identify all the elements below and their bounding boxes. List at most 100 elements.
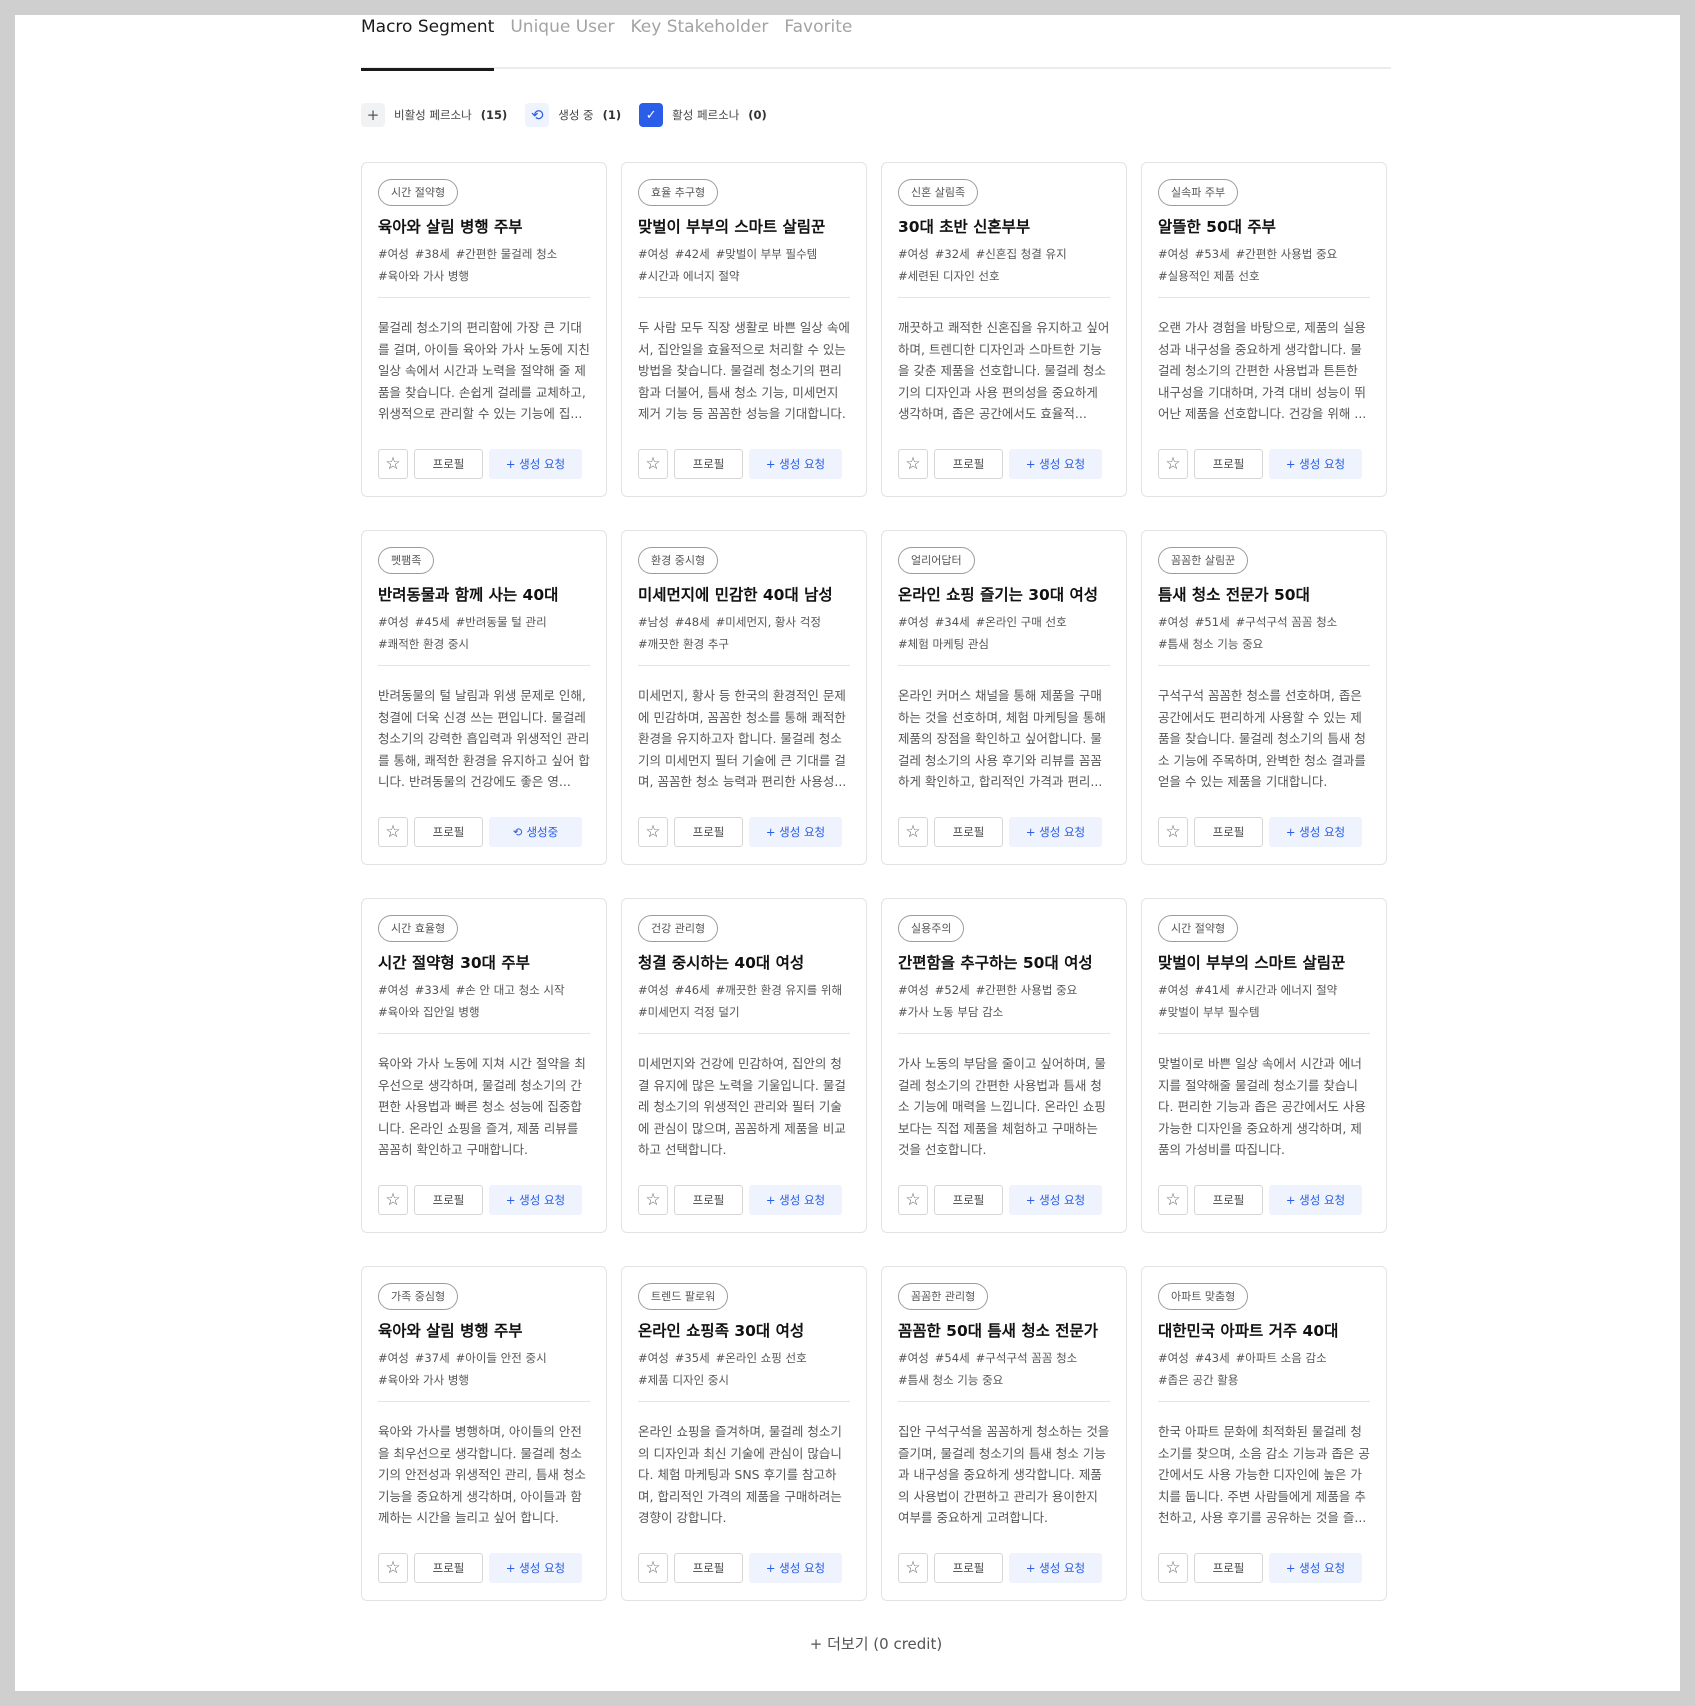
profile-button[interactable]: 프로필 — [414, 1553, 483, 1583]
card-divider — [638, 1401, 850, 1402]
persona-type-tag: 실속파 주부 — [1158, 179, 1239, 206]
hashtag: #42세 — [674, 247, 710, 261]
persona-card-6: 환경 중시형 미세먼지에 민감한 40대 남성 #남성 #48세 #미세먼지, 황사… — [621, 530, 867, 865]
generate-request-button[interactable]: + 생성 요청 — [749, 1185, 842, 1215]
persona-description: 물걸레 청소기의 편리함에 가장 큰 기대를 걸며, 아이들 육아와 가사 노동… — [378, 320, 590, 422]
profile-button[interactable]: 프로필 — [1194, 449, 1263, 479]
favorite-star-button[interactable]: ☆ — [638, 817, 668, 847]
generate-request-button[interactable]: + 생성 요청 — [1009, 449, 1102, 479]
profile-button[interactable]: 프로필 — [934, 1553, 1003, 1583]
hashtag: #34세 — [934, 615, 970, 629]
generating-status-button[interactable]: ⟲ 생성중 — [489, 817, 582, 847]
hashtag: #미세먼지 걱정 덜기 — [638, 1005, 740, 1019]
filter-active-persona[interactable]: ✓ 활성 페르소나 (0) — [639, 103, 767, 127]
card-actions: ☆ 프로필 + 생성 요청 — [1158, 817, 1362, 847]
card-divider — [378, 1401, 590, 1402]
favorite-star-button[interactable]: ☆ — [378, 817, 408, 847]
favorite-star-button[interactable]: ☆ — [898, 1553, 928, 1583]
filter-inactive-persona[interactable]: + 비활성 페르소나 (15) — [361, 103, 507, 127]
persona-hashtags: #여성 #33세 #손 안 대고 청소 시작 #육아와 집안일 병행 — [378, 979, 590, 1023]
hashtag: #깨끗한 환경 추구 — [638, 637, 730, 651]
tab-macro-segment[interactable]: Macro Segment — [361, 15, 495, 71]
card-divider — [638, 665, 850, 666]
profile-button[interactable]: 프로필 — [414, 449, 483, 479]
tab-favorite[interactable]: Favorite — [784, 15, 852, 69]
generate-request-button[interactable]: + 생성 요청 — [1009, 817, 1102, 847]
generate-request-button[interactable]: + 생성 요청 — [489, 1185, 582, 1215]
generate-request-button[interactable]: + 생성 요청 — [489, 449, 582, 479]
favorite-star-button[interactable]: ☆ — [1158, 1553, 1188, 1583]
profile-button[interactable]: 프로필 — [674, 1185, 743, 1215]
persona-type-tag: 꼼꼼한 관리형 — [898, 1283, 989, 1310]
tab-key-stakeholder[interactable]: Key Stakeholder — [630, 15, 768, 69]
persona-card-grid: 시간 절약형 육아와 살림 병행 주부 #여성 #38세 #간편한 물걸레 청소 #육… — [361, 162, 1387, 1601]
filter-inactive-label: 비활성 페르소나 — [394, 108, 472, 122]
main-content: Macro Segment Unique User Key Stakeholde… — [361, 15, 1391, 1653]
checkbox-checked-icon[interactable]: ✓ — [639, 103, 664, 127]
profile-button[interactable]: 프로필 — [674, 1553, 743, 1583]
card-divider — [1158, 1401, 1370, 1402]
profile-button[interactable]: 프로필 — [1194, 1553, 1263, 1583]
persona-card-8: 꼼꼼한 살림꾼 틈새 청소 전문가 50대 #여성 #51세 #구석구석 꼼꼼 청소… — [1141, 530, 1387, 865]
hashtag: #손 안 대고 청소 시작 — [455, 983, 565, 997]
hashtag: #가사 노동 부담 감소 — [898, 1005, 1004, 1019]
hashtag: #제품 디자인 중시 — [638, 1373, 730, 1387]
tab-unique-user[interactable]: Unique User — [510, 15, 614, 69]
persona-description: 미세먼지와 건강에 민감하여, 집안의 청결 유지에 많은 노력을 기울입니다.… — [638, 1056, 846, 1158]
hashtag: #여성 — [638, 247, 669, 261]
favorite-star-button[interactable]: ☆ — [378, 449, 408, 479]
generate-request-button[interactable]: + 생성 요청 — [749, 817, 842, 847]
persona-hashtags: #여성 #42세 #맞벌이 부부 필수템 #시간과 에너지 절약 — [638, 243, 850, 287]
favorite-star-button[interactable]: ☆ — [898, 817, 928, 847]
load-more-button[interactable]: + 더보기 (0 credit) — [361, 1633, 1391, 1654]
generate-request-button[interactable]: + 생성 요청 — [489, 1553, 582, 1583]
profile-button[interactable]: 프로필 — [674, 449, 743, 479]
generate-request-button[interactable]: + 생성 요청 — [749, 1553, 842, 1583]
persona-description: 온라인 쇼핑을 즐겨하며, 물걸레 청소기의 디자인과 최신 기술에 관심이 많… — [638, 1424, 842, 1526]
favorite-star-button[interactable]: ☆ — [1158, 449, 1188, 479]
persona-hashtags: #여성 #52세 #간편한 사용법 중요 #가사 노동 부담 감소 — [898, 979, 1110, 1023]
favorite-star-button[interactable]: ☆ — [378, 1185, 408, 1215]
generate-request-button[interactable]: + 생성 요청 — [1009, 1553, 1102, 1583]
generate-request-button[interactable]: + 생성 요청 — [1269, 817, 1362, 847]
favorite-star-button[interactable]: ☆ — [898, 1185, 928, 1215]
hashtag: #43세 — [1194, 1351, 1230, 1365]
persona-card-13: 가족 중심형 육아와 살림 병행 주부 #여성 #37세 #아이들 안전 중시 #육아… — [361, 1266, 607, 1601]
profile-button[interactable]: 프로필 — [1194, 817, 1263, 847]
profile-button[interactable]: 프로필 — [674, 817, 743, 847]
generate-request-button[interactable]: + 생성 요청 — [1269, 1185, 1362, 1215]
favorite-star-button[interactable]: ☆ — [1158, 1185, 1188, 1215]
hashtag: #35세 — [674, 1351, 710, 1365]
favorite-star-button[interactable]: ☆ — [1158, 817, 1188, 847]
favorite-star-button[interactable]: ☆ — [638, 449, 668, 479]
generate-button-label: + 생성 요청 — [765, 457, 826, 471]
generate-request-button[interactable]: + 생성 요청 — [1009, 1185, 1102, 1215]
hashtag: #구석구석 꼼꼼 청소 — [975, 1351, 1078, 1365]
card-actions: ☆ 프로필 + 생성 요청 — [378, 449, 582, 479]
generate-request-button[interactable]: + 생성 요청 — [749, 449, 842, 479]
favorite-star-button[interactable]: ☆ — [638, 1185, 668, 1215]
favorite-star-button[interactable]: ☆ — [638, 1553, 668, 1583]
star-outline-icon: ☆ — [905, 1558, 921, 1578]
profile-button[interactable]: 프로필 — [414, 817, 483, 847]
persona-description: 온라인 커머스 채널을 통해 제품을 구매하는 것을 선호하며, 체험 마케팅을… — [898, 688, 1106, 790]
profile-button[interactable]: 프로필 — [934, 449, 1003, 479]
filter-generating-count: (1) — [602, 108, 622, 122]
profile-button[interactable]: 프로필 — [934, 817, 1003, 847]
hashtag: #52세 — [934, 983, 970, 997]
star-outline-icon: ☆ — [1165, 1558, 1181, 1578]
favorite-star-button[interactable]: ☆ — [898, 449, 928, 479]
profile-button[interactable]: 프로필 — [1194, 1185, 1263, 1215]
card-divider — [1158, 1033, 1370, 1034]
filter-generating[interactable]: ⟲ 생성 중 (1) — [525, 103, 621, 127]
persona-description: 오랜 가사 경험을 바탕으로, 제품의 실용성과 내구성을 중요하게 생각합니다… — [1158, 320, 1367, 422]
favorite-star-button[interactable]: ☆ — [378, 1553, 408, 1583]
profile-button[interactable]: 프로필 — [414, 1185, 483, 1215]
generate-request-button[interactable]: + 생성 요청 — [1269, 449, 1362, 479]
generate-request-button[interactable]: + 생성 요청 — [1269, 1553, 1362, 1583]
generate-button-label: + 생성 요청 — [1025, 1193, 1086, 1207]
star-outline-icon: ☆ — [645, 454, 661, 474]
profile-button[interactable]: 프로필 — [934, 1185, 1003, 1215]
card-divider — [378, 665, 590, 666]
generate-button-label: + 생성 요청 — [505, 457, 566, 471]
